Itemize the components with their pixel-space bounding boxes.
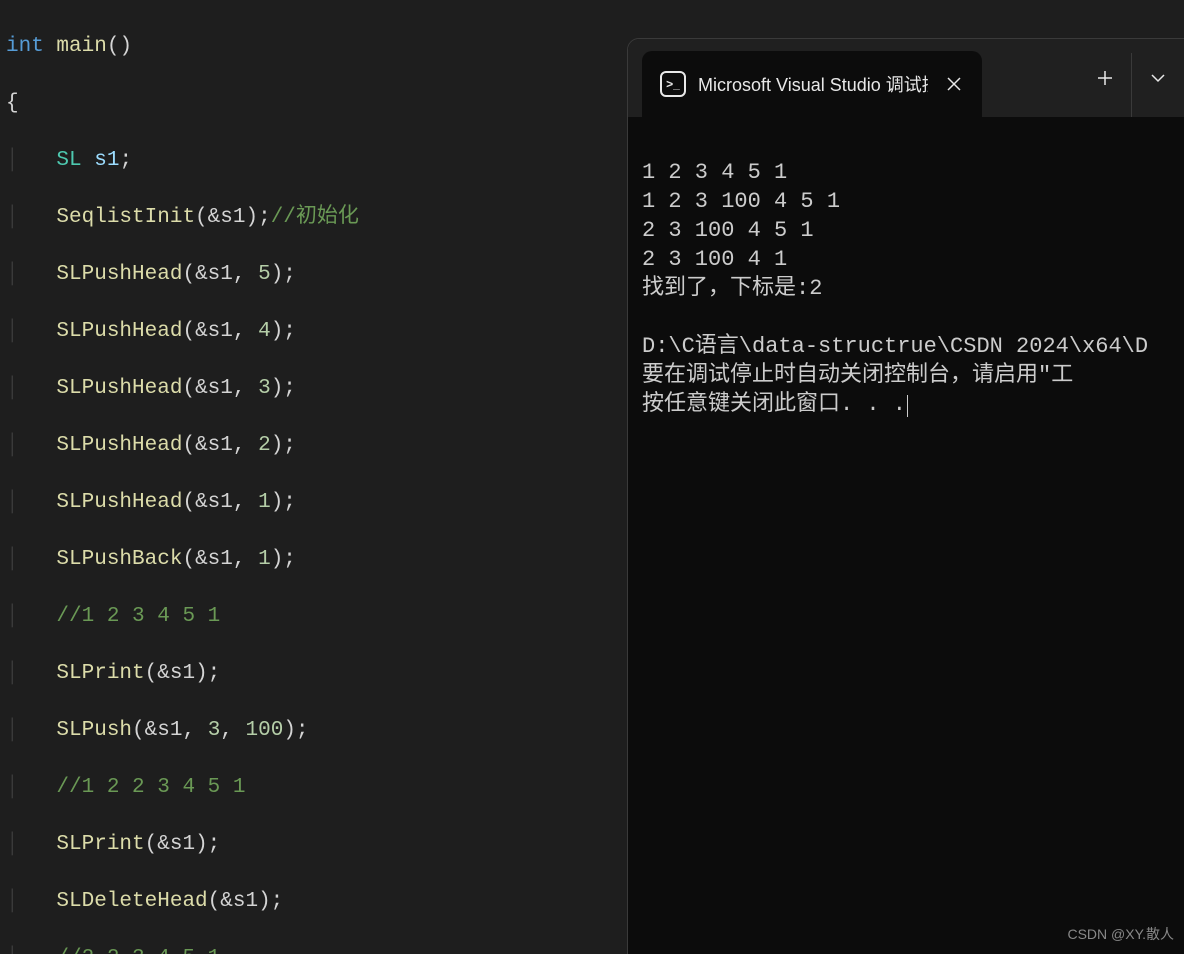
num: 3 xyxy=(258,377,271,400)
comment: //1 2 3 4 5 1 xyxy=(56,605,220,628)
console-line: D:\C语言\data-structrue\CSDN 2024\x64\D xyxy=(642,334,1148,359)
console-titlebar[interactable]: >_ Microsoft Visual Studio 调试控 xyxy=(628,39,1184,117)
console-tab[interactable]: >_ Microsoft Visual Studio 调试控 xyxy=(642,51,982,117)
dropdown-button[interactable] xyxy=(1132,39,1184,117)
num: 3 xyxy=(208,719,221,742)
num: 1 xyxy=(258,491,271,514)
console-line: 2 3 100 4 1 xyxy=(642,247,787,272)
var-s1: s1 xyxy=(94,149,119,172)
console-line: 按任意键关闭此窗口. . . xyxy=(642,392,906,417)
comment: //1 2 2 3 4 5 1 xyxy=(56,776,245,799)
console-line: 要在调试停止时自动关闭控制台，请启用"工 xyxy=(642,363,1073,388)
num: 100 xyxy=(246,719,284,742)
fn: SLDeleteHead xyxy=(56,890,207,913)
num: 1 xyxy=(258,548,271,571)
console-line: 1 2 3 100 4 5 1 xyxy=(642,189,840,214)
comment-init: //初始化 xyxy=(271,206,359,229)
plus-icon xyxy=(1097,70,1113,86)
arg: &s1 xyxy=(157,662,195,685)
debug-console-window: >_ Microsoft Visual Studio 调试控 1 2 3 4 5… xyxy=(627,38,1184,954)
arg: &s1 xyxy=(195,377,233,400)
fn: SLPushHead xyxy=(56,377,182,400)
watermark: CSDN @XY.散人 xyxy=(1067,924,1174,944)
terminal-icon: >_ xyxy=(660,71,686,97)
arg: &s1 xyxy=(157,833,195,856)
tab-title: Microsoft Visual Studio 调试控 xyxy=(698,71,928,97)
chevron-down-icon xyxy=(1150,70,1166,86)
close-icon xyxy=(947,77,961,91)
arg: &s1 xyxy=(220,890,258,913)
num: 2 xyxy=(258,434,271,457)
fn: SLPushHead xyxy=(56,320,182,343)
console-line: 2 3 100 4 5 1 xyxy=(642,218,814,243)
arg: &s1 xyxy=(195,320,233,343)
arg: &s1 xyxy=(195,434,233,457)
close-tab-button[interactable] xyxy=(940,70,968,98)
cursor xyxy=(907,395,908,417)
brace-open: { xyxy=(6,92,19,115)
type-SL: SL xyxy=(56,149,81,172)
keyword-int: int xyxy=(6,35,44,58)
function-main: main xyxy=(56,35,106,58)
parens: () xyxy=(107,35,132,58)
arg: &s1 xyxy=(208,206,246,229)
fn: SLPushHead xyxy=(56,263,182,286)
num: 5 xyxy=(258,263,271,286)
fn: SLPushBack xyxy=(56,548,182,571)
arg: &s1 xyxy=(145,719,183,742)
fn: SLPrint xyxy=(56,833,144,856)
fn: SLPrint xyxy=(56,662,144,685)
console-output[interactable]: 1 2 3 4 5 1 1 2 3 100 4 5 1 2 3 100 4 5 … xyxy=(628,117,1184,448)
new-tab-button[interactable] xyxy=(1079,39,1131,117)
fn-seqlistinit: SeqlistInit xyxy=(56,206,195,229)
arg: &s1 xyxy=(195,548,233,571)
console-line: 1 2 3 4 5 1 xyxy=(642,160,787,185)
num: 4 xyxy=(258,320,271,343)
fn: SLPush xyxy=(56,719,132,742)
comment: //2 2 3 4 5 1 xyxy=(56,947,220,954)
fn: SLPushHead xyxy=(56,434,182,457)
console-line: 找到了，下标是:2 xyxy=(642,276,822,301)
fn: SLPushHead xyxy=(56,491,182,514)
arg: &s1 xyxy=(195,263,233,286)
arg: &s1 xyxy=(195,491,233,514)
